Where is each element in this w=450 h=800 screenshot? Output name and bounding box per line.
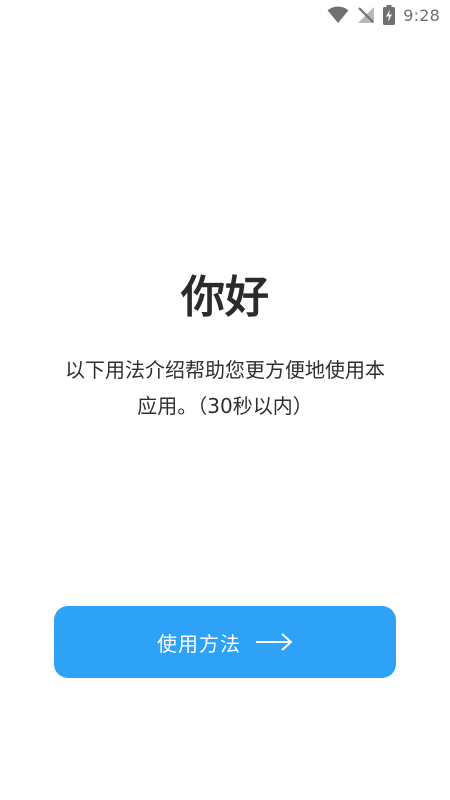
status-icons: 9:28 — [327, 4, 440, 26]
app-screen: 9:28 你好 以下用法介绍帮助您更方便地使用本 应用。（30秒以内） 使用方法 — [0, 0, 450, 800]
arrow-right-icon — [256, 633, 293, 651]
intro-text: 以下用法介绍帮助您更方便地使用本 应用。（30秒以内） — [40, 352, 410, 424]
intro-line-2: 应用。（30秒以内） — [137, 394, 313, 418]
intro-line-1: 以下用法介绍帮助您更方便地使用本 — [65, 358, 385, 382]
greeting-title: 你好 — [181, 272, 269, 323]
usage-guide-button[interactable]: 使用方法 — [54, 606, 396, 678]
battery-charging-icon — [383, 5, 396, 25]
usage-guide-button-label: 使用方法 — [157, 633, 241, 656]
wifi-icon — [327, 6, 349, 23]
status-bar: 9:28 — [0, 0, 450, 30]
no-signal-icon — [358, 7, 375, 23]
status-time: 9:28 — [403, 5, 440, 25]
